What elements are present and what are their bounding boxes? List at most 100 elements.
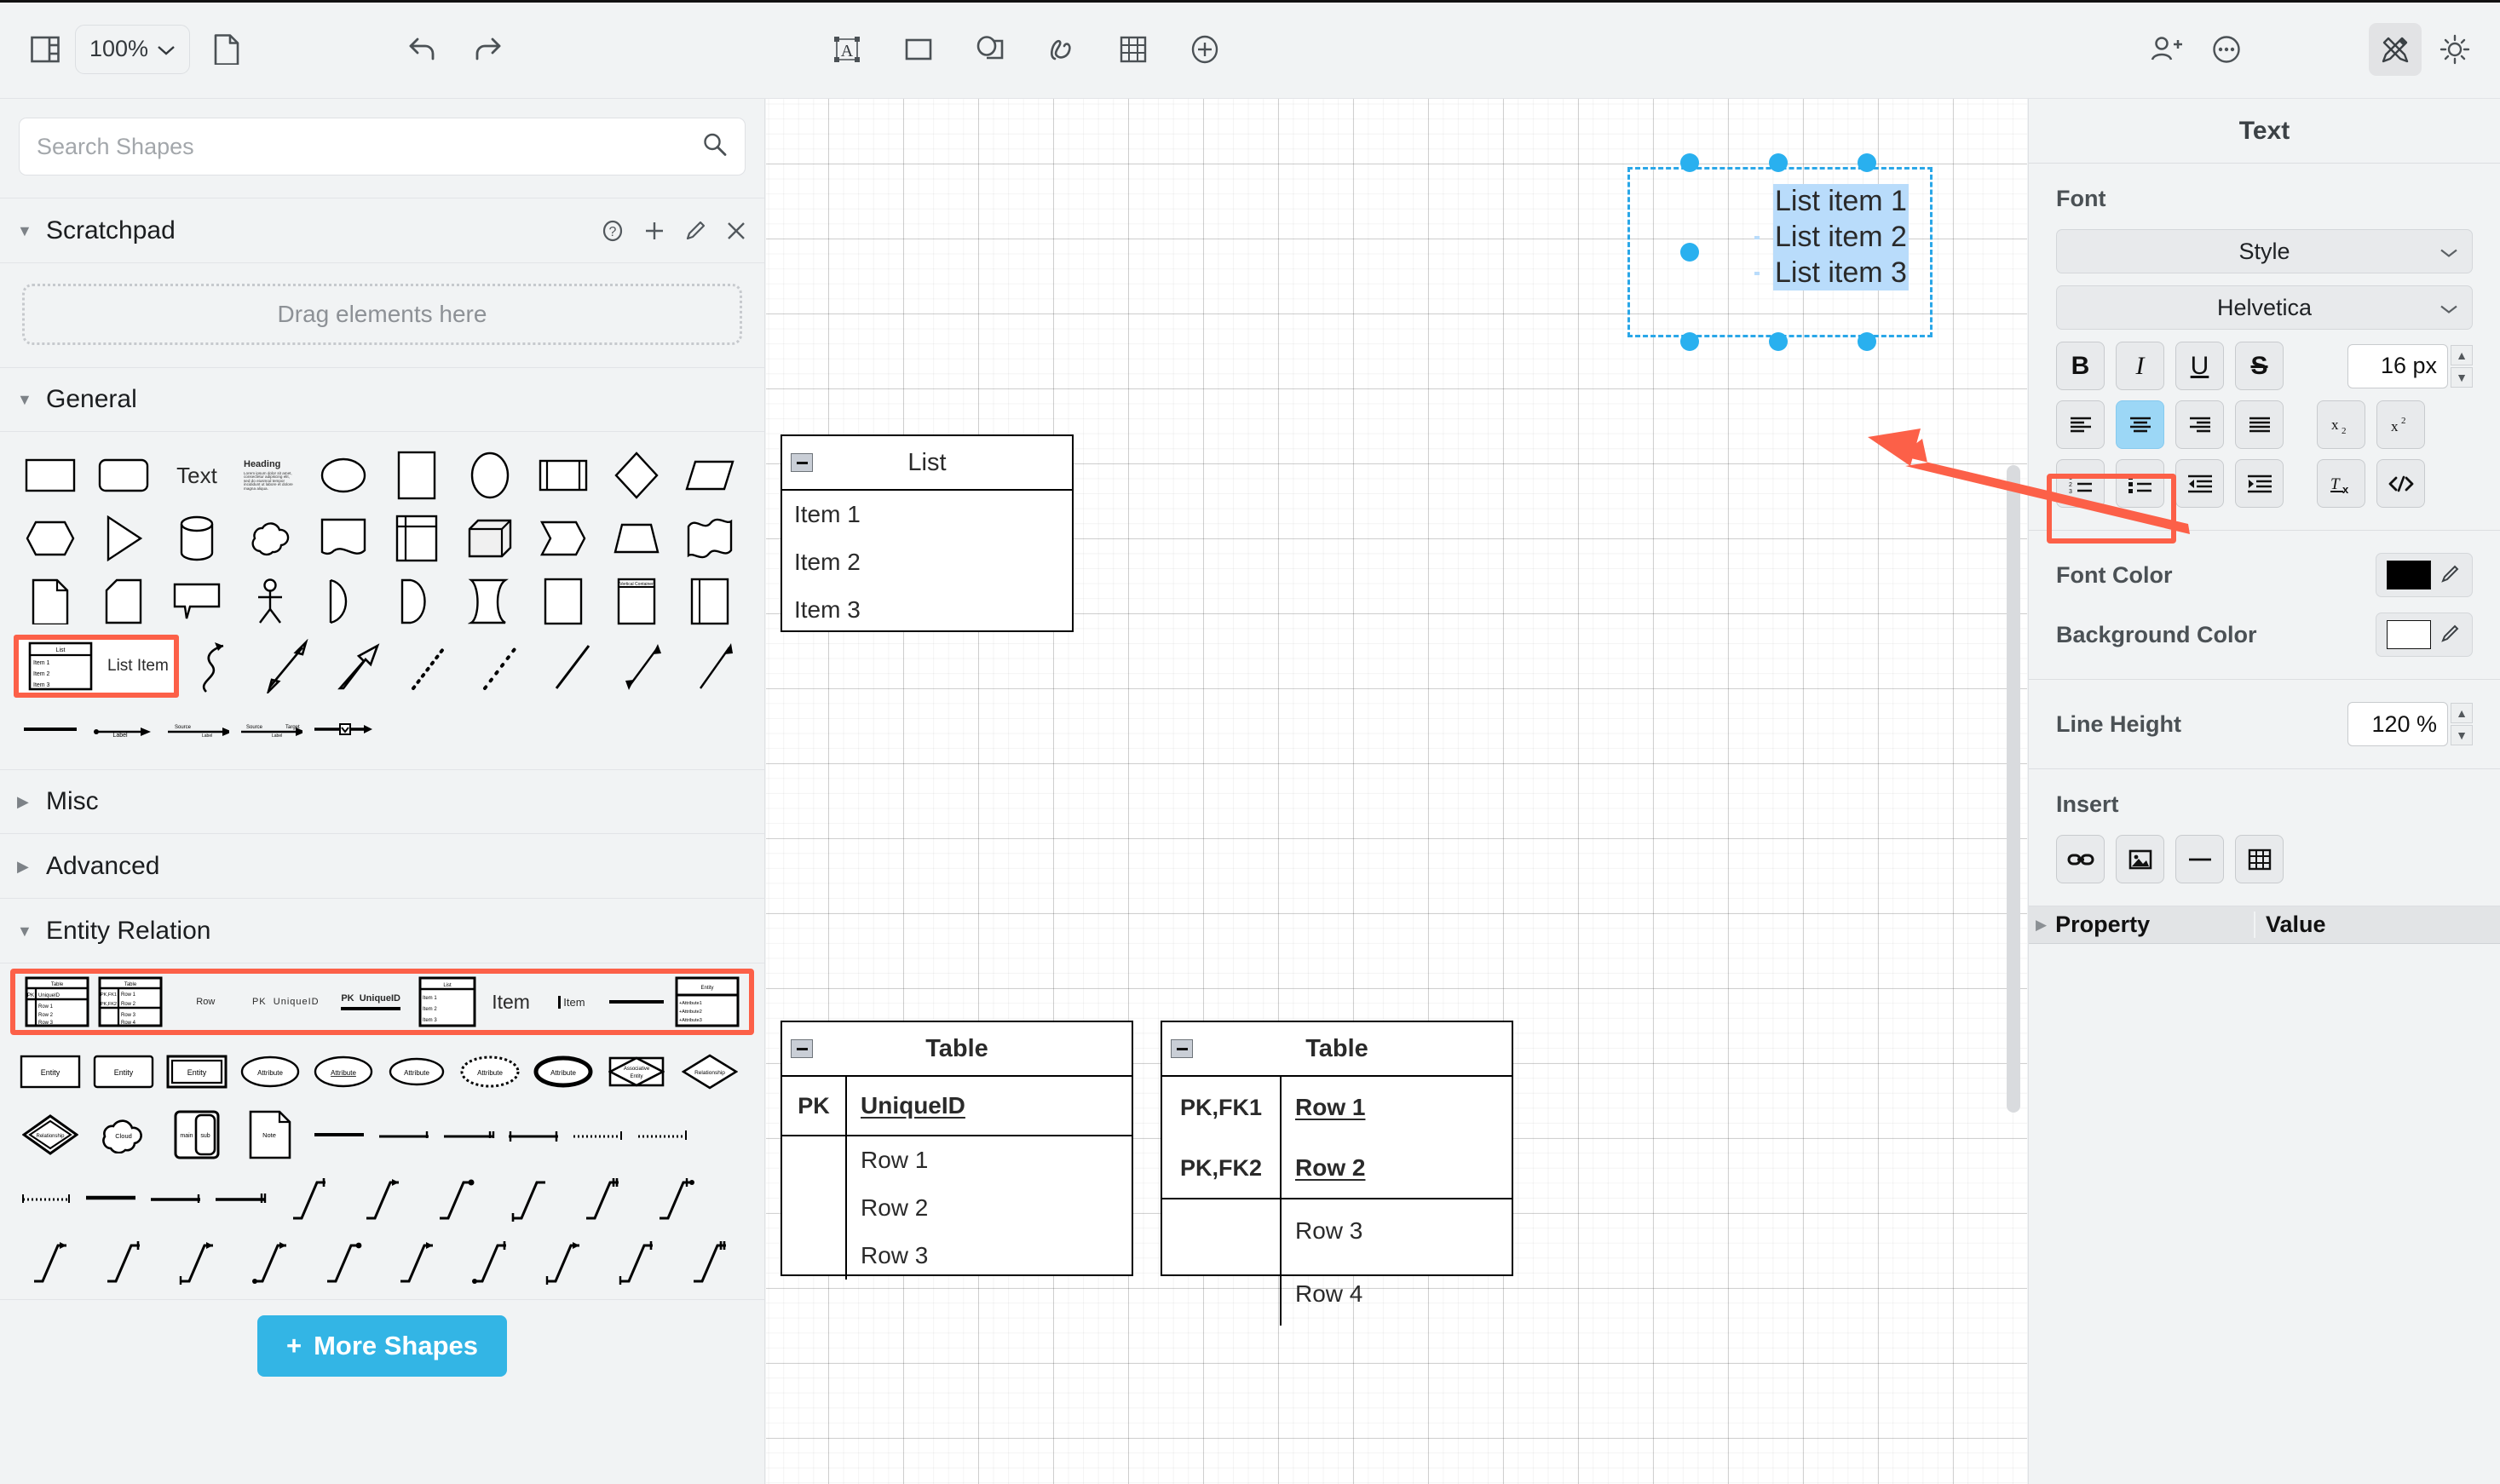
eyedropper-icon[interactable] (2440, 622, 2462, 648)
shape-diamond[interactable] (604, 449, 669, 502)
strikethrough-button[interactable]: S (2235, 342, 2284, 390)
shape-tape[interactable] (677, 512, 742, 565)
stepper-up-icon[interactable]: ▲ (2451, 703, 2473, 723)
shape-labeled-edge[interactable]: Label (91, 703, 156, 756)
font-size-input[interactable]: 16 px (2347, 344, 2448, 388)
bulleted-list-button[interactable] (2116, 459, 2164, 508)
shape-dotted-line[interactable] (398, 640, 461, 693)
shape-er-line-10[interactable] (212, 1171, 268, 1224)
table-left-row[interactable]: Row 1 (782, 1136, 1132, 1184)
redo-icon[interactable] (461, 23, 514, 76)
shape-process[interactable] (531, 449, 596, 502)
shape-rectangle[interactable] (18, 449, 83, 502)
shape-er-conn-10[interactable] (238, 1234, 302, 1287)
ellipsis-circle-icon[interactable] (2200, 23, 2253, 76)
table-left-title-bar[interactable]: Table (782, 1022, 1132, 1077)
shape-er-pk-row[interactable]: PK UniqueID (249, 975, 323, 1028)
shape-display[interactable] (384, 575, 449, 628)
shape-arrow-line[interactable] (683, 640, 746, 693)
collapse-icon[interactable] (791, 1039, 813, 1058)
shape-actor[interactable] (238, 575, 302, 628)
shape-source-target-edge[interactable]: SourceLabel (164, 703, 229, 756)
table-right-key-row[interactable]: PK,FK1 Row 1 (1162, 1077, 1512, 1138)
search-shapes-box[interactable] (19, 118, 746, 175)
shape-er-line-5[interactable] (570, 1108, 626, 1161)
insert-table-button[interactable] (2235, 835, 2284, 883)
shape-er-line-3[interactable] (441, 1108, 497, 1161)
shape-textbox[interactable]: Heading Lorem ipsum dolor sit amet, cons… (238, 449, 302, 502)
shape-dashed-line[interactable] (469, 640, 533, 693)
shape-ellipse[interactable] (311, 449, 376, 502)
shape-er-line-9[interactable] (147, 1171, 204, 1224)
table-left-key-row[interactable]: PK UniqueID (782, 1077, 1132, 1136)
question-circle-icon[interactable]: ? (601, 219, 625, 243)
shape-internal-storage[interactable] (384, 512, 449, 565)
shape-card[interactable] (91, 575, 156, 628)
sidebar-section-advanced[interactable]: ▶ Advanced (0, 834, 764, 899)
decrease-indent-button[interactable] (2175, 459, 2224, 508)
numbered-list-button[interactable]: 123 (2056, 459, 2105, 508)
shape-parallelogram[interactable] (677, 449, 742, 502)
shape-callout[interactable] (164, 575, 229, 628)
shape-key-attribute[interactable]: Attribute (311, 1045, 376, 1098)
font-color-swatch[interactable] (2387, 561, 2431, 590)
shape-er-line-4[interactable] (505, 1108, 562, 1161)
bullet-list-item[interactable]: List item 3 (1754, 256, 1909, 291)
resize-handle-sw[interactable] (1680, 332, 1699, 351)
shape-er-conn-9[interactable] (164, 1234, 229, 1287)
shape-delay[interactable] (311, 575, 376, 628)
canvas-table-left[interactable]: Table PK UniqueID Row 1 Row 2 Row 3 (781, 1021, 1133, 1276)
shape-derived-attribute[interactable]: Attribute (384, 1045, 449, 1098)
shape-note[interactable] (18, 575, 83, 628)
shape-er-conn-6[interactable] (643, 1171, 708, 1224)
bullet-list-item[interactable]: List item 1 (1754, 184, 1909, 220)
font-family-select[interactable]: Helvetica (2056, 285, 2473, 330)
shape-double-arrow-line[interactable] (613, 640, 676, 693)
sidebar-section-scratchpad[interactable]: ▼ Scratchpad ? (0, 198, 764, 262)
shape-document[interactable] (311, 512, 376, 565)
shape-data-storage[interactable] (458, 575, 522, 628)
shape-er-entity-attrs[interactable]: Entity+Attribute1+Attribute2+Attribute3 (675, 975, 740, 1028)
text-box-icon[interactable]: A (821, 23, 873, 76)
italic-button[interactable]: I (2116, 342, 2164, 390)
shape-associative-entity[interactable]: AssociativeEntity (604, 1045, 669, 1098)
shape-weak-relationship[interactable]: Relationship (18, 1108, 83, 1161)
resize-handle-n[interactable] (1769, 153, 1788, 172)
shape-er-item-bar[interactable]: Item (545, 975, 598, 1028)
shape-er-conn-2[interactable] (350, 1171, 415, 1224)
list-shape-row[interactable]: Item 2 (782, 538, 1072, 586)
shape-entity-rounded[interactable]: Entity (91, 1045, 156, 1098)
resize-handle-ne[interactable] (1858, 153, 1876, 172)
increase-indent-button[interactable] (2235, 459, 2284, 508)
plus-icon[interactable] (643, 220, 665, 242)
shape-er-item[interactable]: Item (485, 975, 536, 1028)
shape-source-label-target-edge[interactable]: SourceTargetLabel (238, 703, 302, 756)
shape-er-conn-13[interactable] (458, 1234, 522, 1287)
collapse-icon[interactable] (1171, 1039, 1193, 1058)
stepper-down-icon[interactable]: ▼ (2451, 367, 2473, 388)
shape-bold-attribute[interactable]: Attribute (531, 1045, 596, 1098)
font-style-select[interactable]: Style (2056, 229, 2473, 273)
shape-line[interactable] (541, 640, 604, 693)
shape-rounded-rectangle[interactable] (91, 449, 156, 502)
stepper-down-icon[interactable]: ▼ (2451, 725, 2473, 745)
table-icon[interactable] (1107, 23, 1160, 76)
shape-plain-edge[interactable] (18, 703, 83, 756)
shape-er-note[interactable]: Note (238, 1108, 302, 1161)
shape-er-conn-1[interactable] (277, 1171, 342, 1224)
shape-multivalued-attribute[interactable]: Attribute (458, 1045, 522, 1098)
sidebar-section-misc[interactable]: ▶ Misc (0, 769, 764, 834)
stepper-up-icon[interactable]: ▲ (2451, 345, 2473, 365)
shape-vertical-container[interactable]: Vertical Container (604, 575, 669, 628)
pencil-icon[interactable] (684, 220, 706, 242)
page-icon[interactable] (200, 23, 253, 76)
shape-triangle[interactable] (91, 512, 156, 565)
canvas-table-right[interactable]: Table PK,FK1 Row 1 PK,FK2 Row 2 Row 3 Ro… (1161, 1021, 1513, 1276)
subscript-button[interactable]: x2 (2317, 400, 2365, 449)
shape-circle[interactable] (458, 449, 522, 502)
shape-er-line-1[interactable] (311, 1108, 367, 1161)
shape-er-row[interactable]: Row (171, 975, 240, 1028)
font-color-widget[interactable] (2376, 553, 2473, 597)
table-right-title-bar[interactable]: Table (1162, 1022, 1512, 1077)
shape-er-conn-14[interactable] (531, 1234, 596, 1287)
